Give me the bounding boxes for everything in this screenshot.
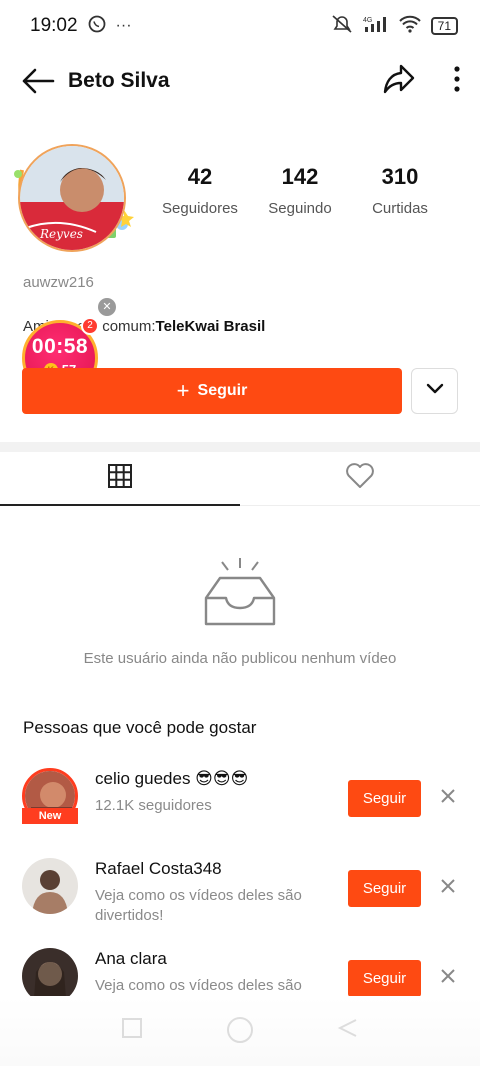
suggestion-follow-button[interactable]: Seguir xyxy=(348,870,421,907)
suggestion-name: Ana clara xyxy=(95,949,167,968)
more-options-icon[interactable] xyxy=(454,65,460,98)
back-arrow-icon[interactable] xyxy=(20,63,56,99)
nav-back-icon[interactable] xyxy=(336,1016,360,1045)
profile-stats: 42 Seguidores 142 Seguindo 310 Curtidas xyxy=(150,164,450,217)
empty-inbox-icon xyxy=(200,556,280,633)
profile-username: auwzw216 xyxy=(23,274,94,291)
suggestion-name: Rafael Costa348 xyxy=(95,859,222,878)
stat-value: 142 xyxy=(281,164,319,189)
status-bar: 19:02 ··· 4G 71 xyxy=(0,0,480,52)
grid-icon xyxy=(107,463,133,494)
stat-likes[interactable]: 310 Curtidas xyxy=(350,164,450,217)
content-tabs xyxy=(0,452,480,506)
timer-countdown: 00:58 xyxy=(31,335,89,358)
battery-indicator: 71 xyxy=(430,17,458,35)
follow-button[interactable]: + Seguir xyxy=(22,368,402,414)
follow-button-label: Seguir xyxy=(197,382,248,399)
svg-text:4G: 4G xyxy=(363,17,372,24)
share-icon[interactable] xyxy=(382,63,416,100)
stat-following[interactable]: 142 Seguindo xyxy=(250,164,350,217)
nav-home-icon[interactable] xyxy=(226,1016,254,1049)
chevron-down-icon xyxy=(426,382,444,400)
mutual-friend-name: TeleKwai Brasil xyxy=(155,318,266,335)
suggestion-avatar xyxy=(22,858,78,914)
avatar: Reyves xyxy=(18,144,126,252)
profile-name: Beto Silva xyxy=(68,69,170,92)
suggestion-subtitle: 12.1K seguidores xyxy=(95,797,212,814)
suggestions-title: Pessoas que você pode gostar xyxy=(23,718,257,737)
stat-followers[interactable]: 42 Seguidores xyxy=(150,164,250,217)
heart-icon xyxy=(345,463,375,494)
suggestion-name: celio guedes 😎😎😎 xyxy=(95,769,249,788)
wifi-icon xyxy=(398,15,421,38)
suggestion-follow-button[interactable]: Seguir xyxy=(348,780,421,817)
suggestion-subtitle: Veja como os vídeos deles são xyxy=(95,977,302,994)
suggestion-avatar xyxy=(22,948,78,996)
timer-notification-badge: 2 xyxy=(81,317,99,335)
top-bar: Beto Silva xyxy=(0,52,480,110)
dismiss-icon[interactable] xyxy=(440,968,456,989)
suggestion-item[interactable]: Ana clara Veja como os vídeos deles são … xyxy=(0,948,480,996)
whatsapp-icon xyxy=(88,15,106,38)
stat-value: 42 xyxy=(187,164,213,189)
stat-label: Curtidas xyxy=(372,200,428,217)
status-time: 19:02 xyxy=(30,15,78,36)
more-notifications-icon: ··· xyxy=(115,17,132,34)
tab-videos[interactable] xyxy=(0,452,240,506)
mute-icon xyxy=(331,14,353,39)
tab-likes[interactable] xyxy=(240,452,480,505)
stat-label: Seguidores xyxy=(162,200,238,217)
stat-label: Seguindo xyxy=(268,200,332,217)
section-divider xyxy=(0,442,480,452)
dismiss-icon[interactable] xyxy=(440,788,456,809)
suggestion-item[interactable]: Rafael Costa348 Veja como os vídeos dele… xyxy=(0,858,480,928)
svg-text:Reyves: Reyves xyxy=(39,227,83,241)
suggestion-subtitle: Veja como os vídeos deles são divertidos… xyxy=(95,887,302,924)
new-badge: New xyxy=(22,808,78,824)
suggestion-follow-button[interactable]: Seguir xyxy=(348,960,421,996)
plus-icon: + xyxy=(176,378,190,403)
empty-state-text: Este usuário ainda não publicou nenhum v… xyxy=(83,650,397,667)
nav-recent-icon[interactable] xyxy=(120,1016,144,1045)
profile-avatar-frame[interactable]: Reyves xyxy=(12,140,136,258)
suggestion-item[interactable]: New celio guedes 😎😎😎 12.1K seguidores Se… xyxy=(0,768,480,838)
dismiss-icon[interactable] xyxy=(440,878,456,899)
timer-close-icon[interactable]: ✕ xyxy=(98,298,116,316)
suggestions-dropdown-button[interactable] xyxy=(411,368,458,414)
signal-icon: 4G xyxy=(363,15,389,38)
stat-value: 310 xyxy=(381,164,419,189)
